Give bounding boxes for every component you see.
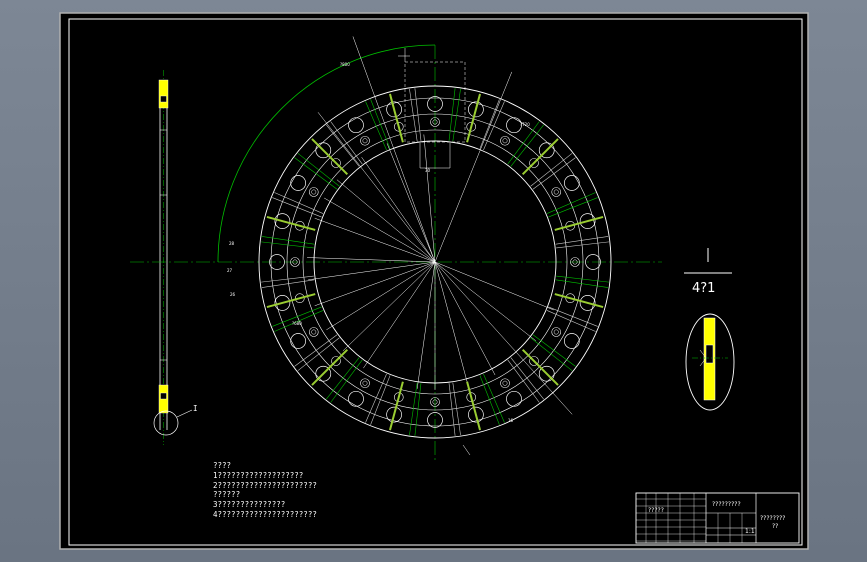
dim-label-bolt: ?720 [520, 122, 530, 127]
dim-label-d1: 28 [229, 241, 235, 246]
section-tag-label: I [193, 404, 198, 413]
section-upper-block [158, 79, 169, 109]
dim-label-d5: 16 [508, 418, 514, 423]
dim-label-d2: 27 [227, 268, 233, 273]
title-block-subtitle: ?? [772, 523, 778, 530]
note-line-4: 4?????????????????????? [213, 510, 317, 519]
title-block-scale: 1:1 [745, 528, 755, 535]
title-block-part-name: ????????? [712, 501, 741, 508]
note-line-2: 2?????????????????????? [213, 481, 317, 490]
cad-drawing-canvas: I ?800 28 27 26 ?680 ?720 30 16 4?1 ????… [59, 12, 809, 550]
dim-label-d3: 26 [230, 292, 236, 297]
detail-scale-label: 4?1 [692, 281, 715, 296]
note-line-1: 1??????????????????? [213, 471, 303, 480]
note-line-3: 3??????????????? [213, 500, 285, 509]
dim-label-mid: ?680 [292, 321, 302, 326]
notes-heading: ???? [213, 461, 231, 470]
title-block-designer: ????? [648, 507, 664, 514]
note-line-2b: ?????? [213, 490, 240, 499]
title-block-project: ???????? [760, 515, 785, 522]
dim-label-outer: ?800 [340, 62, 350, 67]
dim-label-d4: 30 [425, 168, 431, 173]
